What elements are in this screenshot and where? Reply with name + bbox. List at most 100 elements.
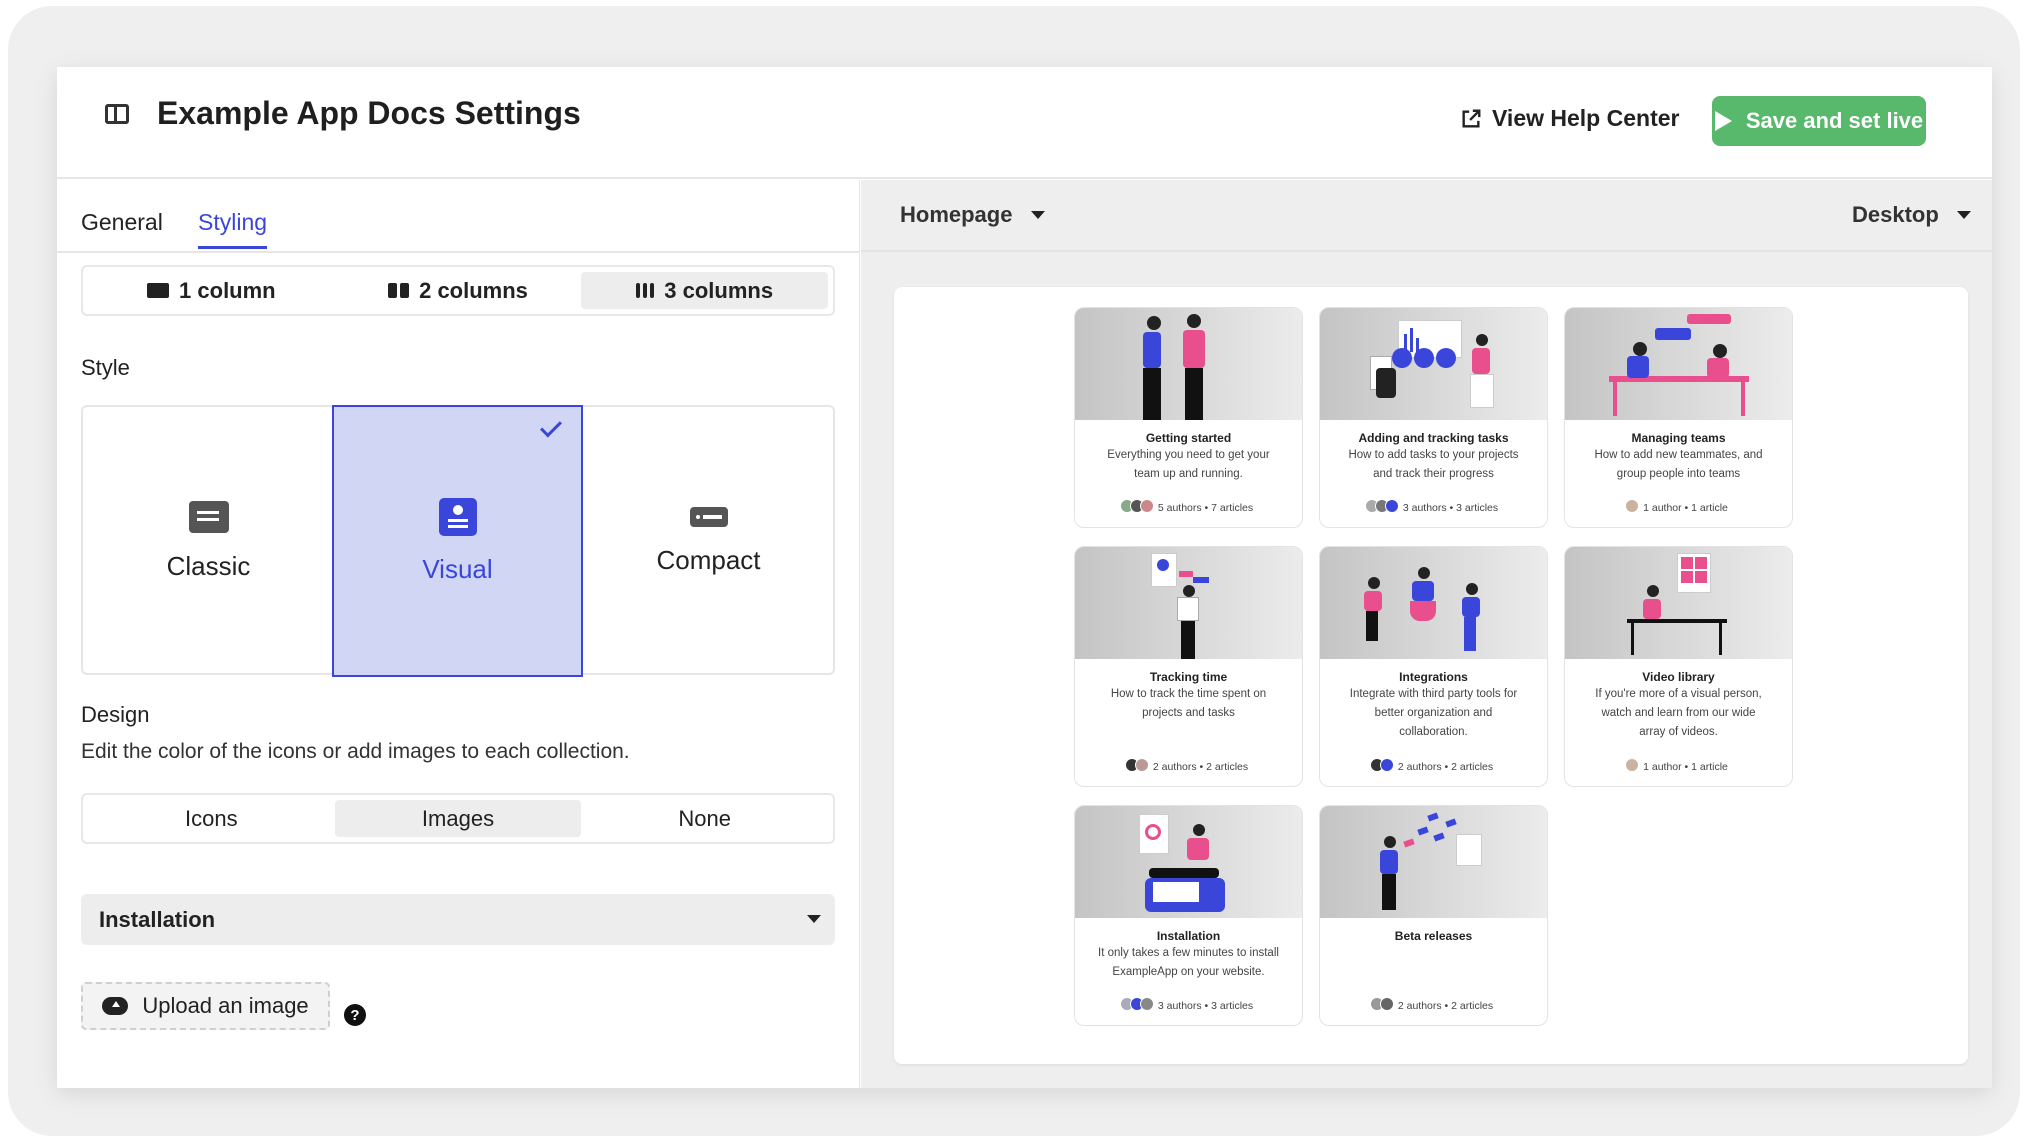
style-option-classic[interactable]: Classic: [83, 407, 334, 675]
author-avatars: [1124, 758, 1149, 775]
card-description: [1320, 943, 1547, 944]
compact-style-icon: [689, 506, 728, 527]
upload-label: Upload an image: [142, 993, 309, 1018]
collection-card[interactable]: Tracking time How to track the time spen…: [1074, 546, 1303, 787]
view-help-center-label: View Help Center: [1492, 105, 1680, 131]
upload-image-button[interactable]: Upload an image: [81, 982, 330, 1030]
two-columns-label: 2 columns: [419, 277, 528, 303]
chevron-down-icon: [1956, 211, 1971, 219]
card-title: Integrations: [1399, 670, 1468, 684]
design-option-icons[interactable]: Icons: [88, 800, 335, 837]
view-help-center-link[interactable]: View Help Center: [1460, 105, 1679, 132]
visual-style-icon: [438, 497, 477, 536]
card-description: It only takes a few minutes to install E…: [1098, 947, 1279, 978]
design-heading: Design: [81, 702, 150, 727]
collection-select-value: Installation: [99, 906, 216, 932]
two-columns-icon: [388, 283, 410, 298]
collection-card[interactable]: Installation It only takes a few minutes…: [1074, 805, 1303, 1026]
collection-card[interactable]: Getting started Everything you need to g…: [1074, 307, 1303, 528]
settings-app: Example App Docs Settings View Help Cent…: [57, 67, 1992, 1088]
card-meta: 2 authors • 2 articles: [1320, 758, 1547, 775]
save-and-set-live-button[interactable]: Save and set live: [1712, 96, 1926, 146]
header: Example App Docs Settings View Help Cent…: [57, 67, 1992, 179]
style-heading: Style: [81, 355, 130, 380]
card-title: Installation: [1156, 929, 1221, 943]
card-meta-text: 3 authors • 3 articles: [1402, 501, 1499, 514]
settings-panel: General Styling 1 column 2 columns 3 col…: [57, 180, 860, 1088]
chevron-down-icon: [807, 915, 821, 923]
design-description: Edit the color of the icons or add image…: [81, 740, 630, 763]
card-description: How to track the time spent on projects …: [1110, 688, 1267, 719]
card-meta: 2 authors • 2 articles: [1075, 758, 1302, 775]
design-option-none[interactable]: None: [581, 800, 828, 837]
collection-card[interactable]: Managing teams How to add new teammates,…: [1564, 307, 1793, 528]
card-description: Everything you need to get your team up …: [1107, 449, 1270, 480]
collection-card[interactable]: Adding and tracking tasks How to add tas…: [1319, 307, 1548, 528]
tab-styling[interactable]: Styling: [198, 209, 268, 249]
save-label: Save and set live: [1745, 108, 1924, 133]
design-selector: Icons Images None: [81, 793, 835, 844]
design-option-images[interactable]: Images: [334, 800, 582, 837]
card-meta-text: 2 authors • 2 articles: [1397, 760, 1494, 773]
author-avatars: [1625, 758, 1640, 775]
collection-select[interactable]: Installation: [81, 894, 835, 945]
column-selector: 1 column 2 columns 3 columns: [81, 265, 835, 316]
classic-label: Classic: [166, 550, 251, 581]
page-select[interactable]: Homepage: [900, 202, 1045, 228]
author-avatars: [1119, 997, 1154, 1014]
card-title: Adding and tracking tasks: [1358, 431, 1509, 445]
author-avatars: [1625, 499, 1640, 516]
card-title: Getting started: [1145, 431, 1232, 445]
card-meta: 5 authors • 7 articles: [1075, 499, 1302, 516]
style-option-visual[interactable]: Visual: [332, 405, 583, 677]
three-columns-label: 3 columns: [664, 277, 774, 303]
collection-image: [1075, 308, 1302, 420]
preview-toolbar: Homepage Desktop: [861, 180, 1992, 252]
three-columns-option[interactable]: 3 columns: [581, 272, 829, 309]
window-frame: Example App Docs Settings View Help Cent…: [8, 6, 2020, 1136]
play-icon: [1714, 111, 1732, 131]
card-description: If you're more of a visual person, watch…: [1595, 688, 1762, 738]
help-icon[interactable]: ?: [344, 1004, 366, 1026]
tab-general[interactable]: General: [81, 209, 163, 236]
settings-tabs: General Styling: [57, 180, 860, 253]
card-description: How to add tasks to your projects and tr…: [1348, 449, 1519, 480]
two-columns-option[interactable]: 2 columns: [335, 272, 582, 309]
collection-image: [1565, 308, 1792, 420]
style-selector: Classic Visual Compact: [81, 405, 835, 677]
card-meta: 3 authors • 3 articles: [1075, 997, 1302, 1014]
card-title: Tracking time: [1149, 670, 1228, 684]
checkmark-icon: [540, 415, 562, 438]
style-option-compact[interactable]: Compact: [583, 407, 834, 675]
card-meta-text: 1 author • 1 article: [1643, 501, 1728, 514]
card-meta-text: 2 authors • 2 articles: [1397, 999, 1494, 1012]
card-meta-text: 2 authors • 2 articles: [1152, 760, 1249, 773]
author-avatars: [1364, 499, 1399, 516]
author-avatars: [1369, 758, 1394, 775]
card-title: Managing teams: [1631, 431, 1726, 445]
sidebar-toggle-icon[interactable]: [105, 104, 129, 124]
card-title: Video library: [1642, 670, 1715, 684]
compact-label: Compact: [656, 544, 761, 575]
one-column-label: 1 column: [179, 277, 276, 303]
cloud-upload-icon: [102, 997, 129, 1015]
card-meta-text: 3 authors • 3 articles: [1157, 999, 1254, 1012]
card-meta-text: 5 authors • 7 articles: [1157, 501, 1254, 514]
collection-image: [1075, 547, 1302, 659]
author-avatars: [1119, 499, 1154, 516]
collection-card[interactable]: Beta releases 2 authors • 2 articles: [1319, 805, 1548, 1026]
collection-card[interactable]: Integrations Integrate with third party …: [1319, 546, 1548, 787]
one-column-icon: [147, 283, 170, 298]
classic-style-icon: [188, 500, 229, 533]
chevron-down-icon: [1030, 211, 1045, 219]
one-column-option[interactable]: 1 column: [88, 272, 335, 309]
card-title: Beta releases: [1394, 929, 1473, 943]
collection-card[interactable]: Video library If you're more of a visual…: [1564, 546, 1793, 787]
collection-image: [1075, 806, 1302, 918]
card-meta-text: 1 author • 1 article: [1643, 760, 1728, 773]
preview-canvas: Getting started Everything you need to g…: [894, 287, 1968, 1064]
external-link-icon: [1462, 109, 1481, 128]
device-select-value: Desktop: [1852, 202, 1939, 227]
card-meta: 1 author • 1 article: [1565, 499, 1792, 516]
device-select[interactable]: Desktop: [1852, 202, 1971, 228]
